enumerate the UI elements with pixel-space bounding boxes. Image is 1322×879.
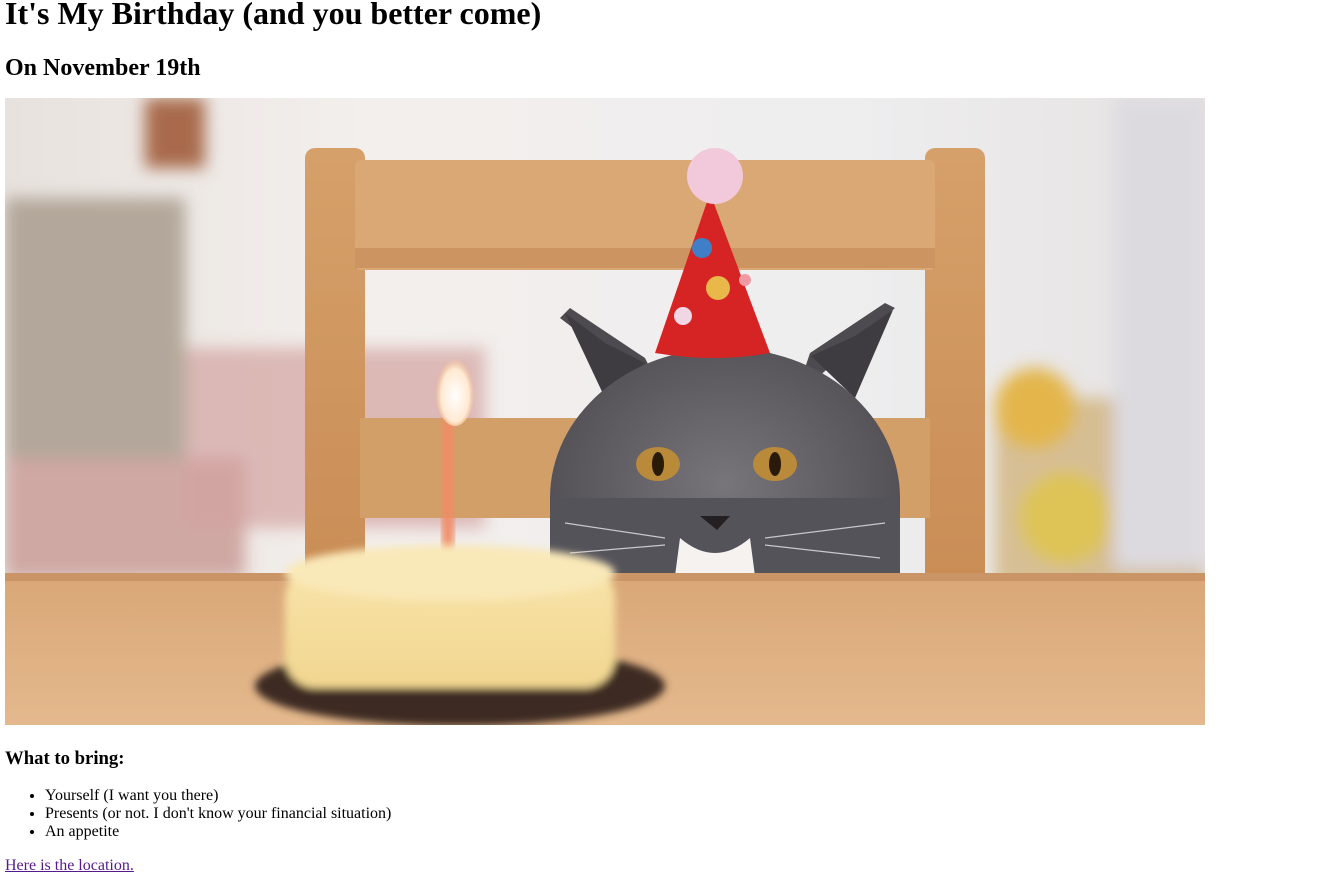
page-subtitle: On November 19th — [5, 55, 201, 81]
list-item: Presents (or not. I don't know your fina… — [45, 805, 1317, 823]
list-item: An appetite — [45, 823, 1317, 841]
location-link[interactable]: Here is the location. — [5, 857, 134, 874]
bring-list: Yourself (I want you there) Presents (or… — [5, 787, 1317, 841]
location-paragraph: Here is the location. — [5, 857, 1317, 875]
birthday-cat-photo — [5, 98, 1205, 725]
page-title: It's My Birthday (and you better come) — [5, 0, 542, 31]
list-item: Yourself (I want you there) — [45, 787, 1317, 805]
bring-heading: What to bring: — [5, 748, 125, 769]
page-content: It's My Birthday (and you better come) O… — [0, 0, 1322, 875]
